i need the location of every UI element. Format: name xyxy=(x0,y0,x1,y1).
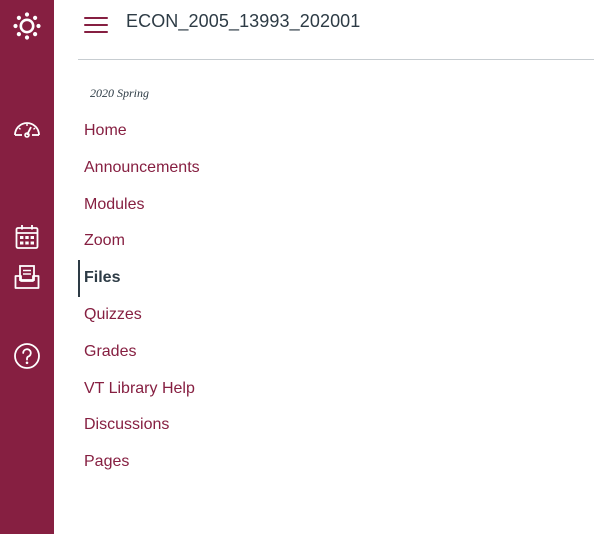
course-nav-quizzes[interactable]: Quizzes xyxy=(78,297,278,334)
menu-toggle-icon[interactable] xyxy=(83,13,109,37)
menu-bar xyxy=(84,24,108,26)
global-navigation xyxy=(0,0,54,534)
course-nav-home[interactable]: Home xyxy=(78,113,278,150)
menu-bar xyxy=(84,31,108,33)
calendar-icon[interactable] xyxy=(0,219,54,255)
course-nav-pages[interactable]: Pages xyxy=(78,444,278,481)
course-nav-files[interactable]: Files xyxy=(78,260,278,297)
menu-bar xyxy=(84,17,108,19)
course-nav-zoom[interactable]: Zoom xyxy=(78,223,278,260)
course-nav-announcements[interactable]: Announcements xyxy=(78,150,278,187)
course-title[interactable]: ECON_2005_13993_202001 xyxy=(126,11,360,32)
course-navigation: Home Announcements Modules Zoom Files Qu… xyxy=(78,113,278,481)
inbox-icon[interactable] xyxy=(0,259,54,295)
course-nav-modules[interactable]: Modules xyxy=(78,187,278,224)
help-icon[interactable] xyxy=(0,338,54,374)
course-nav-discussions[interactable]: Discussions xyxy=(78,407,278,444)
course-nav-grades[interactable]: Grades xyxy=(78,334,278,371)
course-nav-vt-library-help[interactable]: VT Library Help xyxy=(78,371,278,408)
logo-icon[interactable] xyxy=(0,8,54,44)
course-header: ECON_2005_13993_202001 xyxy=(78,0,594,60)
course-term: 2020 Spring xyxy=(90,86,150,100)
dashboard-icon[interactable] xyxy=(0,110,54,146)
